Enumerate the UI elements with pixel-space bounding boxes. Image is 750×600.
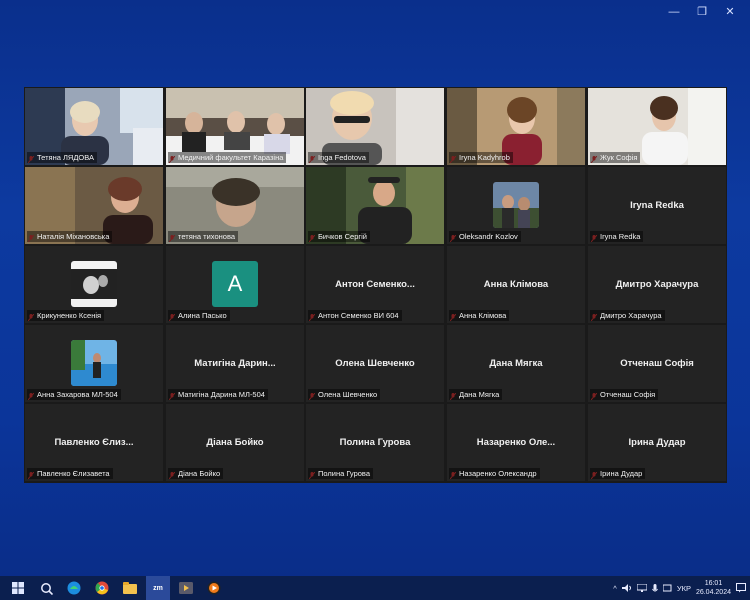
window-controls: — ❐ ✕ [660, 4, 744, 20]
participant-name: Алина Пасько [168, 310, 230, 321]
participant-tile[interactable]: Iryna Kadyhrob [447, 88, 585, 165]
participant-tile[interactable]: Анна Захарова МЛ-504 [25, 325, 163, 402]
participant-tile[interactable]: A Алина Пасько [166, 246, 304, 323]
close-button[interactable]: ✕ [716, 4, 744, 20]
clock[interactable]: 16:01 26.04.2024 [696, 579, 731, 597]
participant-name: Тетяна ЛЯДОВА [27, 152, 97, 163]
participant-tile[interactable]: Ірина Дудар Ірина Дудар [588, 404, 726, 481]
restore-button[interactable]: ❐ [688, 4, 716, 20]
participant-display-name: Павленко Єлиз... [54, 437, 134, 448]
participant-name: Oleksandr Kozlov [449, 231, 521, 242]
participant-name: Крикуненко Ксенія [27, 310, 105, 321]
participant-name: Матигіна Дарина МЛ-504 [168, 389, 268, 400]
search-icon[interactable] [34, 576, 58, 600]
participant-tile[interactable]: тетяна тихонова [166, 167, 304, 244]
system-tray: ^ УКР 16:01 26.04.2024 [613, 576, 746, 600]
network-icon[interactable] [636, 584, 647, 592]
participant-name: Олена Шевченко [308, 389, 381, 400]
language-indicator[interactable]: УКР [677, 584, 691, 593]
participant-tile[interactable]: Дана Мягка Дана Мягка [447, 325, 585, 402]
participant-tile[interactable]: Олена Шевченко Олена Шевченко [306, 325, 444, 402]
participant-name: тетяна тихонова [168, 231, 239, 242]
edge-icon[interactable] [62, 576, 86, 600]
participant-display-name: Олена Шевченко [335, 358, 415, 369]
participant-tile[interactable]: Жук Софія [588, 88, 726, 165]
participant-name: Дмитро Харачура [590, 310, 665, 321]
participant-display-name: Анна Клімова [483, 279, 549, 290]
participant-name: Жук Софія [590, 152, 641, 163]
participant-tile[interactable]: Бичков Сергій [306, 167, 444, 244]
participant-tile[interactable]: Наталія Міхановська [25, 167, 163, 244]
participant-tile[interactable]: Iryna Redka Iryna Redka [588, 167, 726, 244]
media-player-icon[interactable] [174, 576, 198, 600]
avatar [493, 182, 539, 228]
participant-tile[interactable]: Дмитро Харачура Дмитро Харачура [588, 246, 726, 323]
participant-display-name: Дмитро Харачура [615, 279, 699, 290]
participant-name: Діана Бойко [168, 468, 224, 479]
avatar [71, 261, 117, 307]
participant-tile[interactable]: Матигіна Дарин... Матигіна Дарина МЛ-504 [166, 325, 304, 402]
chevron-up-icon[interactable]: ^ [613, 584, 617, 593]
participant-tile[interactable]: Полина Гурова Полина Гурова [306, 404, 444, 481]
windows-start-icon[interactable] [6, 576, 30, 600]
participant-name: Антон Семенко ВИ 604 [308, 310, 402, 321]
participant-display-name: Полина Гурова [339, 437, 411, 448]
participant-tile[interactable]: Тетяна ЛЯДОВА [25, 88, 163, 165]
participant-name: Наталія Міхановська [27, 231, 113, 242]
participant-display-name: Назаренко Оле... [476, 437, 556, 448]
participant-tile[interactable]: Крикуненко Ксенія [25, 246, 163, 323]
participant-display-name: Антон Семенко... [335, 279, 415, 290]
participant-name: Бичков Сергій [308, 231, 370, 242]
participant-name: Павленко Єлизавета [27, 468, 113, 479]
participant-display-name: Iryna Redka [630, 200, 684, 211]
video-gallery: Тетяна ЛЯДОВА Медичний факультет Каразін… [24, 87, 727, 483]
participant-name: Полина Гурова [308, 468, 373, 479]
participant-display-name: Ірина Дудар [628, 437, 686, 448]
zoom-icon[interactable]: zm [146, 576, 170, 600]
participant-tile[interactable]: Антон Семенко... Антон Семенко ВИ 604 [306, 246, 444, 323]
participant-name: Анна Клімова [449, 310, 510, 321]
taskbar: zm ^ УКР 16:01 26.04.2024 [0, 576, 750, 600]
microphone-icon[interactable] [651, 583, 658, 593]
avatar [71, 340, 117, 386]
participant-tile[interactable]: Анна Клімова Анна Клімова [447, 246, 585, 323]
participant-name: Медичний факультет Каразіна [168, 152, 287, 163]
participant-tile[interactable]: Медичний факультет Каразіна [166, 88, 304, 165]
participant-display-name: Матигіна Дарин... [194, 358, 276, 369]
participant-display-name: Діана Бойко [206, 437, 264, 448]
participant-name: Inga Fedotova [308, 152, 369, 163]
participant-tile[interactable]: Павленко Єлиз... Павленко Єлизавета [25, 404, 163, 481]
notification-icon[interactable] [736, 583, 746, 593]
participant-tile[interactable]: Назаренко Оле... Назаренко Олександр [447, 404, 585, 481]
volume-icon[interactable] [621, 584, 632, 592]
battery-icon[interactable] [662, 584, 672, 592]
participant-display-name: Отченаш Софія [620, 358, 694, 369]
participant-name: Отченаш Софія [590, 389, 659, 400]
participant-name: Назаренко Олександр [449, 468, 540, 479]
participant-name: Дана Мягка [449, 389, 503, 400]
participant-name: Анна Захарова МЛ-504 [27, 389, 121, 400]
participant-tile[interactable]: Отченаш Софія Отченаш Софія [588, 325, 726, 402]
participant-tile[interactable]: Inga Fedotova [306, 88, 444, 165]
participant-name: Iryna Kadyhrob [449, 152, 513, 163]
participant-display-name: Дана Мягка [489, 358, 543, 369]
chrome-icon[interactable] [90, 576, 114, 600]
minimize-button[interactable]: — [660, 4, 688, 20]
participant-name: Ірина Дудар [590, 468, 646, 479]
participant-tile[interactable]: Діана Бойко Діана Бойко [166, 404, 304, 481]
avatar: A [212, 261, 258, 307]
participant-tile[interactable]: Oleksandr Kozlov [447, 167, 585, 244]
participant-name: Iryna Redka [590, 231, 644, 242]
file-explorer-icon[interactable] [118, 576, 142, 600]
media-icon[interactable] [202, 576, 226, 600]
